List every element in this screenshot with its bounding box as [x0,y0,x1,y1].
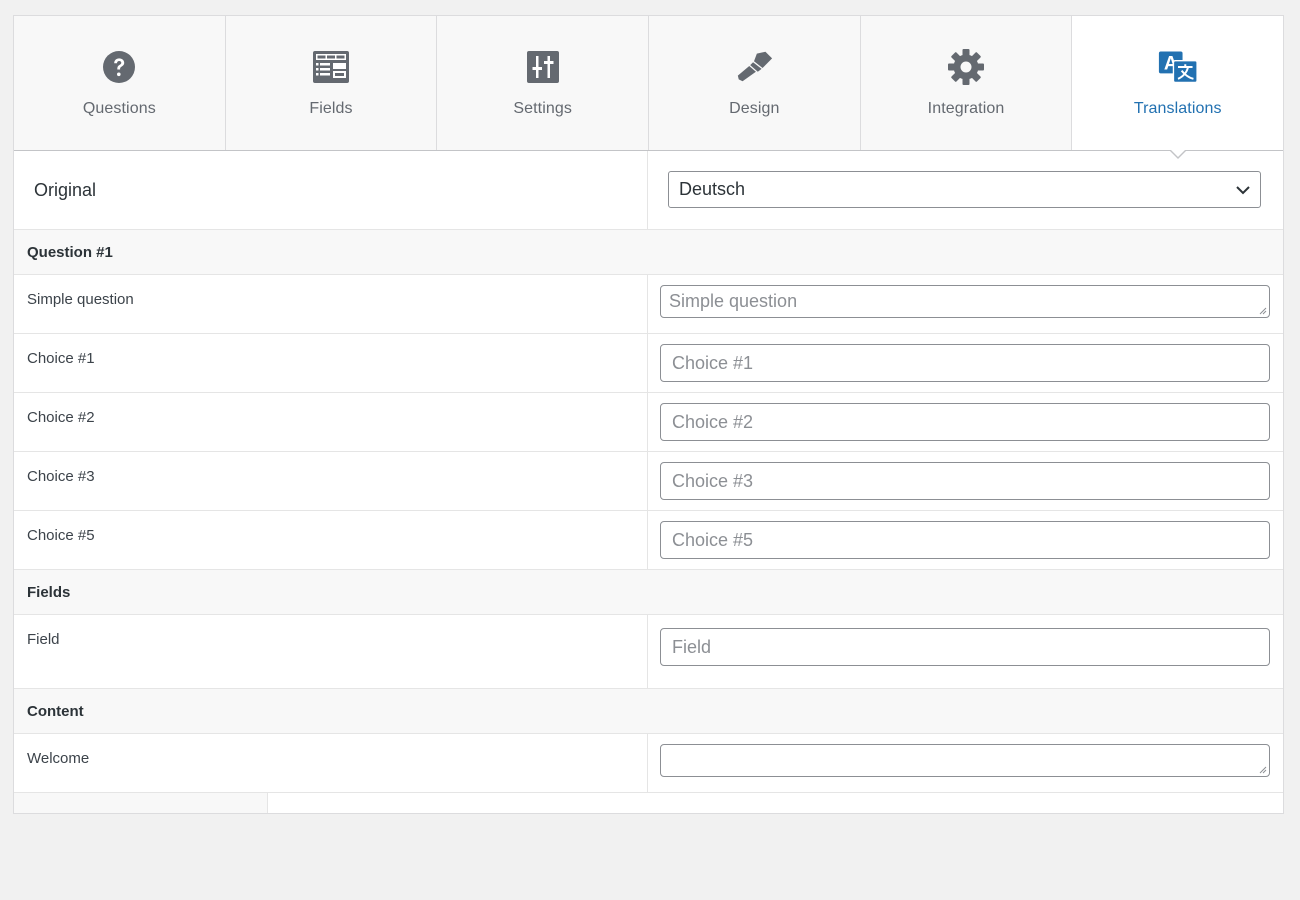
resize-grip-icon[interactable] [1257,305,1267,315]
table-footer [14,793,1283,813]
translations-panel: Questions Fields Settings Design Integra… [13,15,1284,814]
placeholder-text: Choice #5 [672,530,754,550]
table-row: Simple question Simple question [14,275,1283,334]
original-label: Original [14,151,648,229]
row-label: Field [14,615,648,688]
row-label: Choice #1 [14,334,648,392]
section-title: Question #1 [27,244,113,261]
section-header: Fields [14,570,1283,615]
tab-integration[interactable]: Integration [861,16,1073,150]
language-select[interactable]: Deutsch [668,171,1261,208]
placeholder-text: Choice #3 [672,471,754,491]
table-row: Choice #3 Choice #3 [14,452,1283,511]
translation-table: Original Deutsch Question #1 Simple ques… [14,151,1283,793]
translation-input[interactable]: Choice #1 [660,344,1270,382]
tab-label: Fields [309,100,353,117]
placeholder-text: Field [672,637,712,657]
sliders-icon [523,49,563,85]
translation-input[interactable]: Choice #3 [660,462,1270,500]
section-title: Content [27,703,84,720]
chevron-down-icon [1236,186,1250,195]
translation-input[interactable]: Field [660,628,1270,666]
translation-input[interactable]: Choice #2 [660,403,1270,441]
form-fields-icon [311,49,351,85]
row-label: Welcome [14,734,648,792]
table-row: Field Field [14,615,1283,689]
row-label: Choice #5 [14,511,648,569]
row-label: Choice #3 [14,452,648,510]
tab-fields[interactable]: Fields [226,16,438,150]
section-title: Fields [27,584,71,601]
language-row: Original Deutsch [14,151,1283,230]
footer-cell [14,793,268,813]
tab-label: Settings [513,100,572,117]
translation-textarea[interactable]: Simple question [660,285,1270,318]
translation-textarea[interactable] [660,744,1270,777]
placeholder-text: Choice #1 [672,353,754,373]
table-row: Choice #5 Choice #5 [14,511,1283,570]
translation-input[interactable]: Choice #5 [660,521,1270,559]
tab-translations[interactable]: A Translations [1072,16,1284,159]
tab-label: Translations [1133,100,1222,117]
placeholder-text: Choice #2 [672,412,754,432]
resize-grip-icon[interactable] [1257,764,1267,774]
table-row: Choice #2 Choice #2 [14,393,1283,452]
placeholder-text: Simple question [669,291,798,311]
tab-label: Design [729,100,780,117]
translate-icon: A [1158,49,1198,85]
section-header: Question #1 [14,230,1283,275]
table-row: Choice #1 Choice #1 [14,334,1283,393]
table-row: Welcome [14,734,1283,793]
tab-label: Integration [927,100,1005,117]
section-header: Content [14,689,1283,734]
tab-design[interactable]: Design [649,16,861,150]
tab-bar: Questions Fields Settings Design Integra… [14,16,1284,159]
tab-questions[interactable]: Questions [14,16,226,150]
row-label: Simple question [14,275,648,333]
tab-settings[interactable]: Settings [437,16,650,150]
paintbrush-icon [734,49,774,85]
tab-label: Questions [82,100,156,117]
row-label: Choice #2 [14,393,648,451]
question-circle-icon [99,49,139,85]
gear-icon [946,49,986,85]
language-select-value: Deutsch [679,179,746,199]
